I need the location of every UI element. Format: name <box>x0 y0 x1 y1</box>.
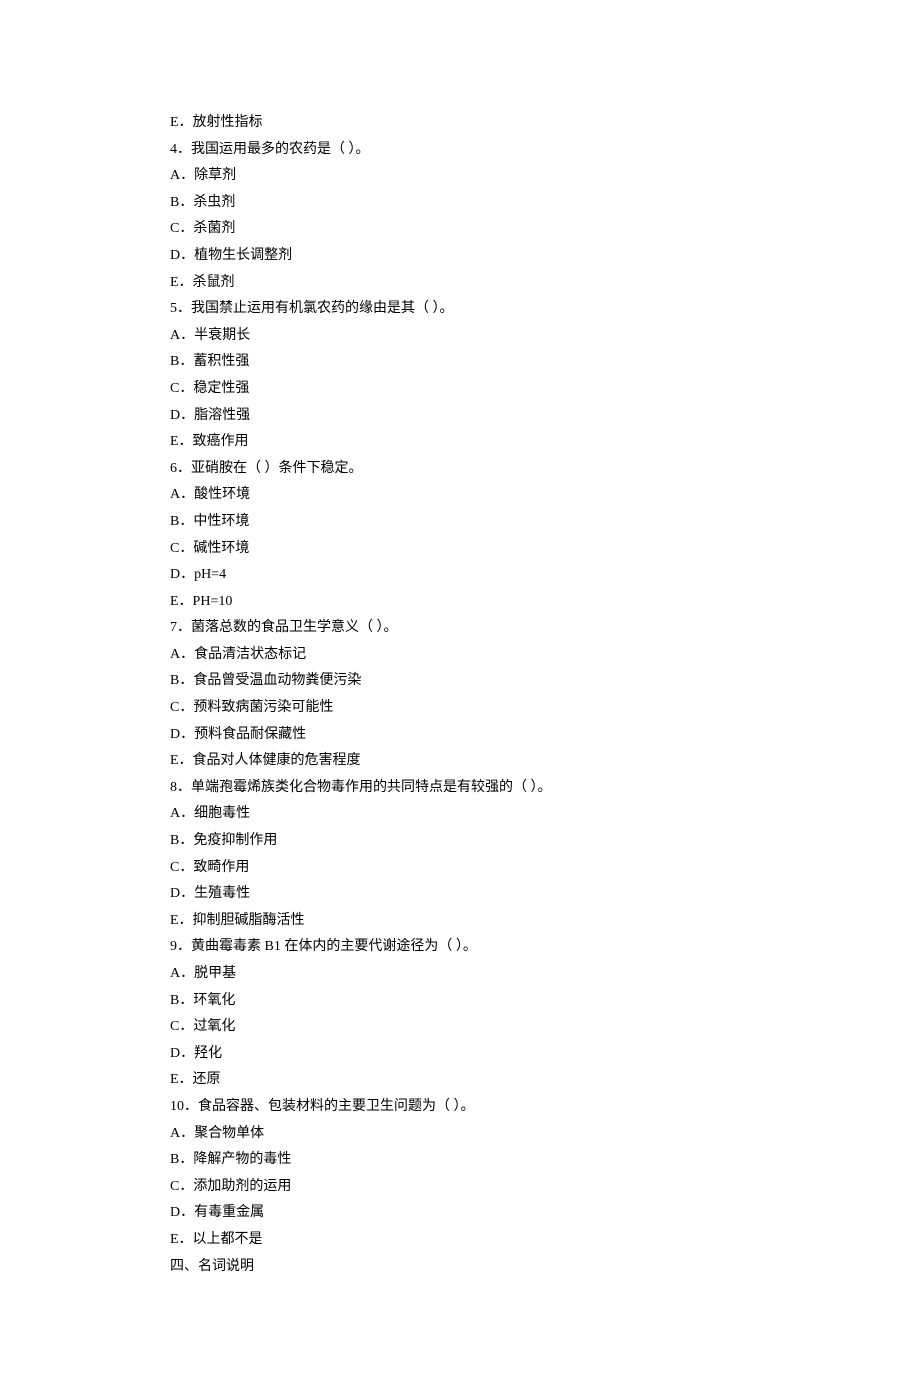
document-page: E．放射性指标 4．我国运用最多的农药是（ ）。 A．除草剂 B．杀虫剂 C．杀… <box>0 0 920 1380</box>
option-line: A．脱甲基 <box>170 961 750 988</box>
option-line: D．预料食品耐保藏性 <box>170 722 750 749</box>
option-line: C．稳定性强 <box>170 376 750 403</box>
option-line: D．植物生长调整剂 <box>170 243 750 270</box>
option-line: C．预料致病菌污染可能性 <box>170 695 750 722</box>
option-line: A．聚合物单体 <box>170 1121 750 1148</box>
option-line: B．蓄积性强 <box>170 349 750 376</box>
question-line: 4．我国运用最多的农药是（ ）。 <box>170 137 750 164</box>
option-line: E．PH=10 <box>170 589 750 616</box>
option-line: D．羟化 <box>170 1041 750 1068</box>
option-line: E．致癌作用 <box>170 429 750 456</box>
option-line: D．脂溶性强 <box>170 403 750 430</box>
option-line: B．降解产物的毒性 <box>170 1147 750 1174</box>
question-line: 5．我国禁止运用有机氯农药的缘由是其（ ）。 <box>170 296 750 323</box>
option-line: E．抑制胆碱脂酶活性 <box>170 908 750 935</box>
option-line: B．中性环境 <box>170 509 750 536</box>
option-line: B．环氧化 <box>170 988 750 1015</box>
question-line: 10．食品容器、包装材料的主要卫生问题为（ ）。 <box>170 1094 750 1121</box>
question-line: 6．亚硝胺在（ ）条件下稳定。 <box>170 456 750 483</box>
option-line: E．还原 <box>170 1067 750 1094</box>
option-line: B．免疫抑制作用 <box>170 828 750 855</box>
option-line: E．杀鼠剂 <box>170 270 750 297</box>
option-line: D．pH=4 <box>170 562 750 589</box>
option-line: C．致畸作用 <box>170 855 750 882</box>
option-line: C．杀菌剂 <box>170 216 750 243</box>
option-line: A．食品清洁状态标记 <box>170 642 750 669</box>
option-line: E．食品对人体健康的危害程度 <box>170 748 750 775</box>
option-line: B．杀虫剂 <box>170 190 750 217</box>
option-line: A．细胞毒性 <box>170 801 750 828</box>
option-line: C．过氧化 <box>170 1014 750 1041</box>
option-line: A．除草剂 <box>170 163 750 190</box>
question-line: 8．单端孢霉烯族类化合物毒作用的共同特点是有较强的（ ）。 <box>170 775 750 802</box>
question-line: 9．黄曲霉毒素 B1 在体内的主要代谢途径为（ ）。 <box>170 934 750 961</box>
option-line: D．生殖毒性 <box>170 881 750 908</box>
section-heading-line: 四、名词说明 <box>170 1254 750 1281</box>
option-line: E．放射性指标 <box>170 110 750 137</box>
option-line: D．有毒重金属 <box>170 1200 750 1227</box>
option-line: B．食品曾受温血动物粪便污染 <box>170 668 750 695</box>
option-line: C．添加助剂的运用 <box>170 1174 750 1201</box>
option-line: A．半衰期长 <box>170 323 750 350</box>
question-line: 7．菌落总数的食品卫生学意义（ ）。 <box>170 615 750 642</box>
option-line: A．酸性环境 <box>170 482 750 509</box>
option-line: C．碱性环境 <box>170 536 750 563</box>
option-line: E．以上都不是 <box>170 1227 750 1254</box>
